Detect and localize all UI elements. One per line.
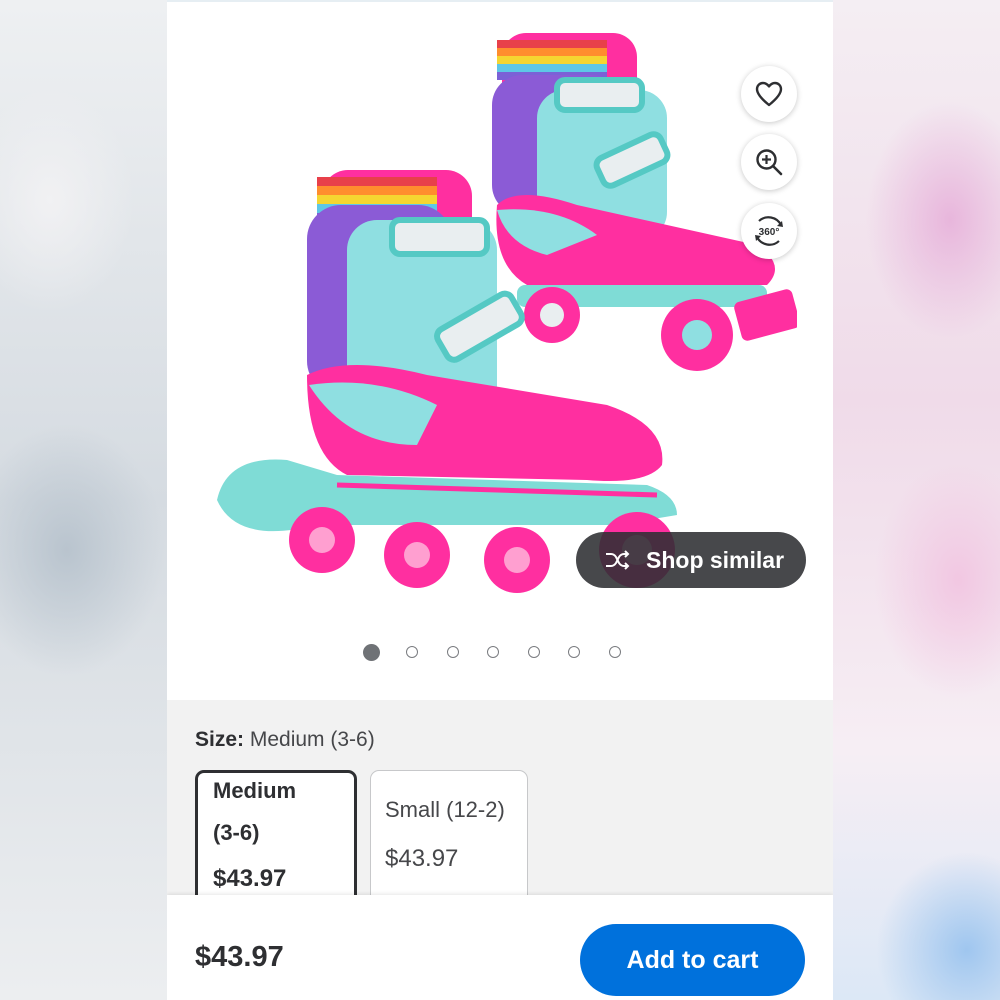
- product-page: 360° Shop similar Size: Medium (3-6) Med…: [167, 0, 833, 1000]
- carousel-dot[interactable]: [406, 646, 418, 658]
- carousel-dot[interactable]: [568, 646, 580, 658]
- size-key: Size:: [195, 728, 245, 751]
- bottom-price: $43.97: [195, 941, 284, 973]
- carousel-dot[interactable]: [527, 646, 540, 658]
- view-360-button[interactable]: 360°: [741, 203, 797, 259]
- zoom-in-icon: [756, 149, 783, 176]
- heart-icon: [755, 81, 783, 107]
- zoom-button[interactable]: [741, 134, 797, 190]
- blurred-background-right: [833, 0, 1000, 1000]
- hero-divider: [167, 0, 833, 2]
- roller-skates-product-image[interactable]: [197, 5, 797, 620]
- size-option-name: Small (12-2): [385, 797, 505, 822]
- size-selected-value: Medium (3-6): [249, 728, 375, 751]
- favorite-button[interactable]: [741, 66, 797, 122]
- carousel-dot[interactable]: [487, 646, 499, 658]
- shop-similar-label: Shop similar: [646, 546, 785, 573]
- shop-similar-button[interactable]: Shop similar: [576, 532, 806, 588]
- bottom-action-bar: $43.97 Add to cart: [167, 895, 833, 1000]
- carousel-dot[interactable]: [446, 646, 459, 658]
- size-option-small[interactable]: Small (12-2) $43.97: [370, 770, 528, 910]
- size-option-range: (3-6): [213, 820, 260, 845]
- shuffle-icon: [606, 550, 630, 570]
- carousel-dot[interactable]: [363, 643, 380, 661]
- size-option-medium[interactable]: Medium (3-6) $43.97: [195, 770, 357, 910]
- size-option-name: Medium: [213, 778, 297, 803]
- size-option-price: $43.97: [385, 845, 459, 872]
- image-carousel-dots: [363, 643, 649, 661]
- size-option-price: $43.97: [213, 865, 287, 892]
- carousel-dot[interactable]: [608, 646, 621, 658]
- add-to-cart-button[interactable]: Add to cart: [580, 924, 805, 996]
- product-hero: 360° Shop similar: [167, 0, 833, 700]
- rotate-360-icon: 360°: [755, 216, 783, 246]
- view-360-label: 360°: [759, 227, 780, 238]
- blurred-background-left: [0, 0, 167, 1000]
- size-heading: Size: Medium (3-6): [195, 728, 375, 752]
